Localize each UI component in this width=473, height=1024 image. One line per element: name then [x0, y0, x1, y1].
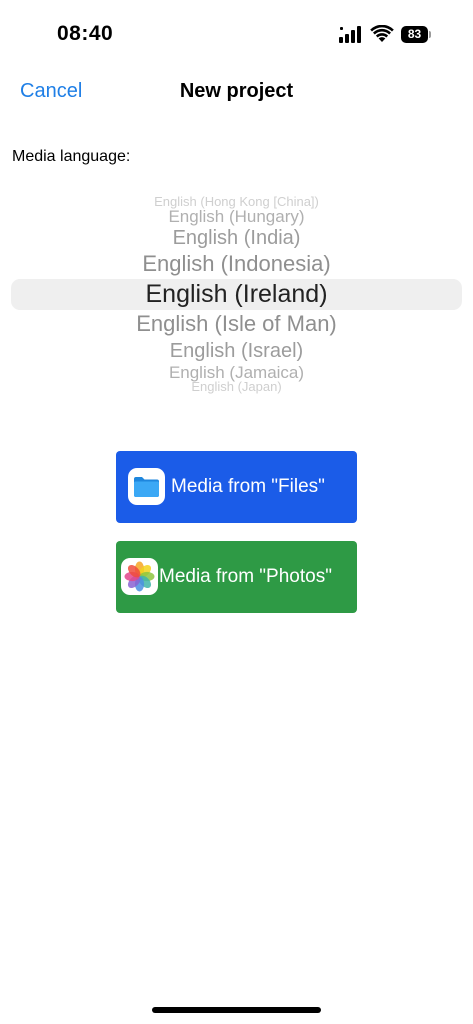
picker-option-selected[interactable]: English (Ireland): [0, 282, 473, 307]
picker-option[interactable]: English (Japan): [0, 380, 473, 393]
media-from-photos-label: Media from "Photos": [159, 566, 332, 587]
media-language-picker[interactable]: English (Hong Kong [China]) English (Hun…: [0, 185, 473, 395]
picker-option[interactable]: English (Isle of Man): [0, 313, 473, 335]
picker-option[interactable]: English (Indonesia): [0, 253, 473, 275]
status-time: 08:40: [57, 22, 114, 45]
media-from-files-label: Media from "Files": [171, 476, 325, 497]
battery-icon: 83: [401, 26, 431, 43]
media-from-photos-button[interactable]: Media from "Photos": [116, 541, 357, 613]
picker-option[interactable]: English (Israel): [0, 341, 473, 361]
picker-option[interactable]: English (India): [0, 228, 473, 248]
picker-option[interactable]: English (Hungary): [0, 208, 473, 225]
status-bar: 08:40 83: [0, 0, 473, 60]
media-language-label: Media language:: [12, 148, 131, 165]
battery-level: 83: [401, 26, 428, 43]
photos-app-icon: [121, 558, 158, 595]
media-from-files-button[interactable]: Media from "Files": [116, 451, 357, 523]
battery-cap: [429, 31, 431, 38]
page-title: New project: [179, 80, 294, 102]
wifi-icon: [370, 25, 394, 42]
files-app-icon: [128, 468, 165, 505]
home-indicator[interactable]: [152, 1007, 321, 1013]
cellular-signal-icon: [339, 26, 361, 43]
